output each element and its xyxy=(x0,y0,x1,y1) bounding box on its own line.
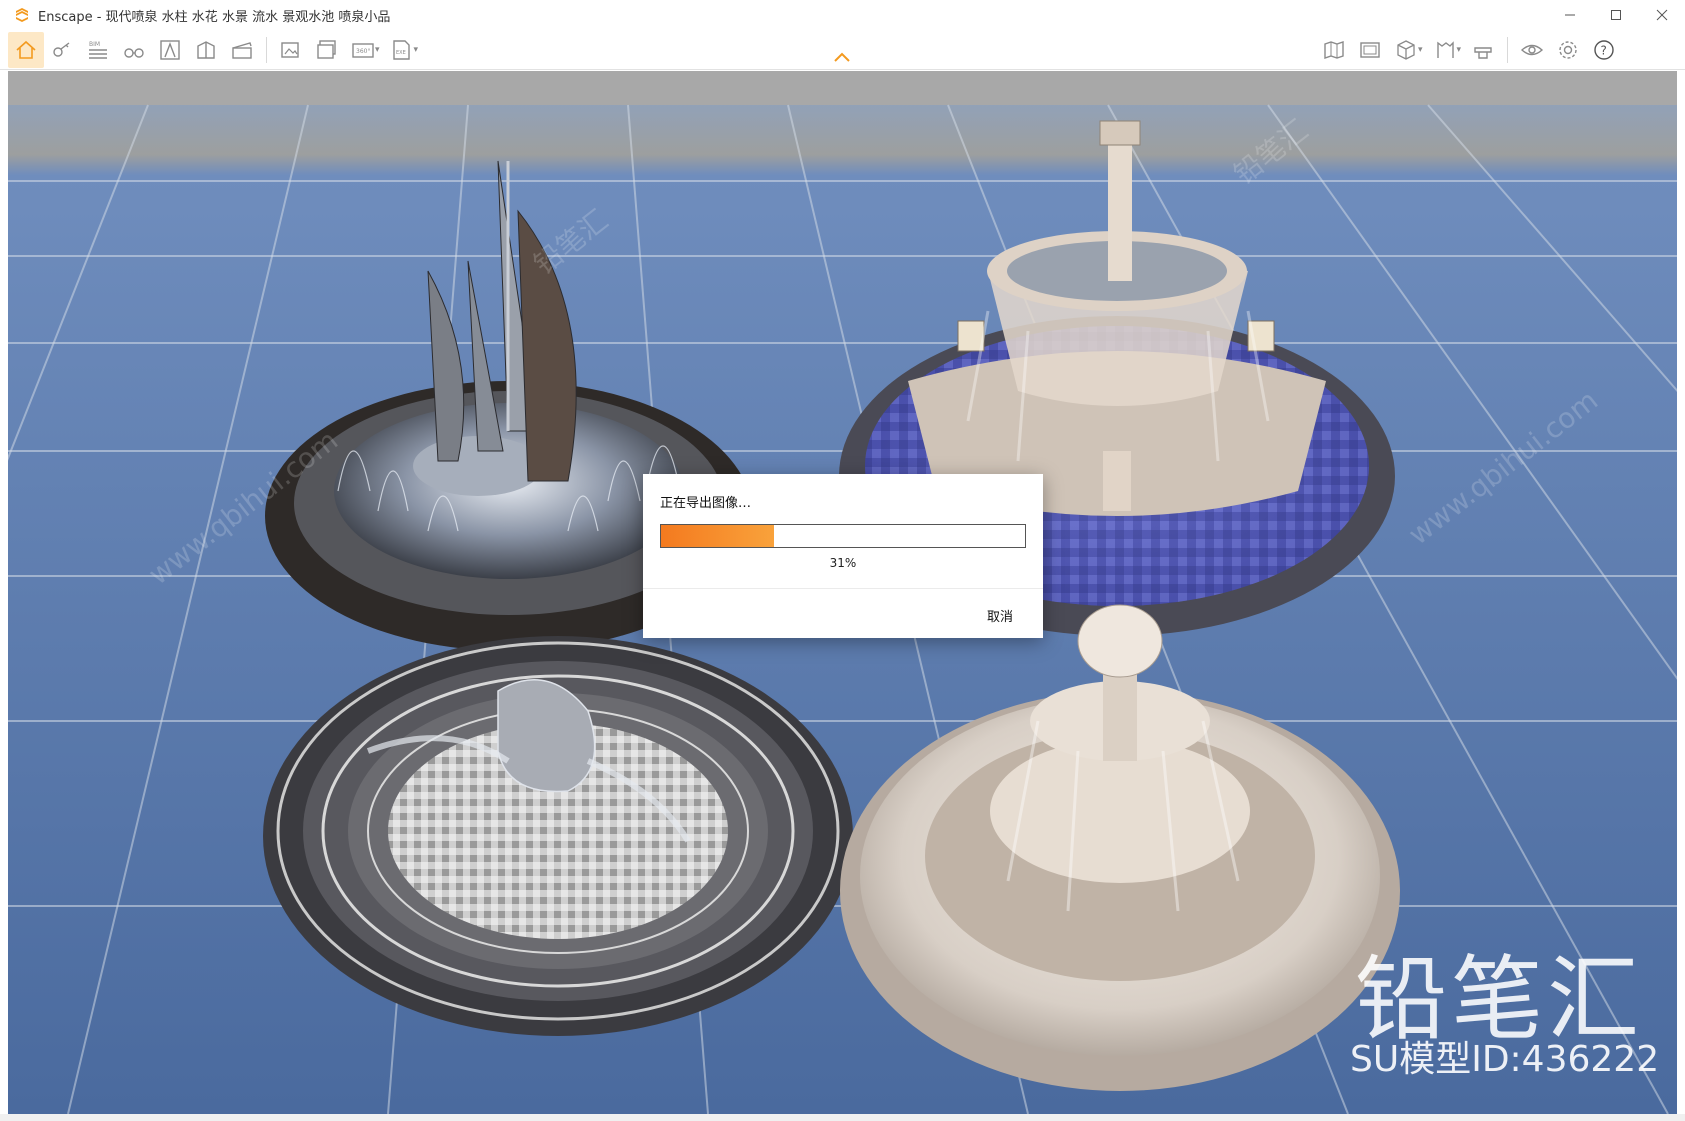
visual-settings-button[interactable] xyxy=(1514,32,1550,68)
batch-render-button[interactable] xyxy=(309,32,345,68)
map-icon xyxy=(1324,41,1344,59)
window-title: Enscape - 现代喷泉 水柱 水花 水景 流水 景观水池 喷泉小品 xyxy=(38,9,391,25)
export-button[interactable]: EXE xyxy=(384,32,420,68)
key-icon xyxy=(53,42,70,57)
home-icon xyxy=(16,40,36,59)
assets-icon xyxy=(197,41,215,59)
toolbar-right-group: ▾ ▾ ? xyxy=(1316,30,1622,70)
enscape-window: Enscape - 现代喷泉 水柱 水花 水景 流水 景观水池 喷泉小品 BIM xyxy=(0,0,1685,1121)
minimize-button[interactable] xyxy=(1547,0,1593,30)
view-icon xyxy=(160,40,180,60)
help-icon: ? xyxy=(1594,40,1614,60)
dialog-title: 正在导出图像… xyxy=(660,496,752,511)
progress-percent-label: 31% xyxy=(829,556,857,570)
link-button[interactable] xyxy=(44,32,80,68)
model-id-watermark: SU模型ID:436222 xyxy=(1350,1039,1660,1080)
object-button[interactable] xyxy=(1388,32,1424,68)
close-icon xyxy=(1656,9,1668,21)
cancel-button[interactable]: 取消 xyxy=(987,606,1013,625)
bookmarks-icon xyxy=(1436,41,1454,58)
asset-library-button[interactable] xyxy=(188,32,224,68)
maximize-button[interactable] xyxy=(1593,0,1639,30)
minimize-icon xyxy=(1565,14,1575,16)
gallery-icon xyxy=(1360,42,1380,58)
panorama-label: 360° xyxy=(356,48,370,55)
home-button[interactable] xyxy=(8,32,44,68)
export-label: EXE xyxy=(396,50,406,56)
dialog-divider xyxy=(643,588,1043,589)
toolbar-separator xyxy=(1507,37,1509,63)
enscape-logo-icon xyxy=(16,8,28,22)
walk-mode-button[interactable] xyxy=(116,32,152,68)
settings-button[interactable] xyxy=(1550,32,1586,68)
close-button[interactable] xyxy=(1639,0,1685,30)
upload-button[interactable] xyxy=(1465,32,1501,68)
status-strip xyxy=(0,1114,1685,1121)
map-button[interactable] xyxy=(1316,32,1352,68)
maximize-icon xyxy=(1611,10,1621,20)
cube-icon xyxy=(1397,40,1415,60)
collapse-toolbar-icon[interactable] xyxy=(832,50,852,64)
screenshot-button[interactable] xyxy=(273,32,309,68)
svg-text:?: ? xyxy=(1601,44,1607,58)
export-progress-dialog: 正在导出图像… 31% 取消 xyxy=(643,474,1043,638)
eye-icon xyxy=(1521,44,1544,56)
help-button[interactable]: ? xyxy=(1586,32,1622,68)
bim-button[interactable]: BIM xyxy=(80,32,116,68)
bim-label: BIM xyxy=(89,41,100,48)
panorama-360-icon: 360° xyxy=(352,43,374,58)
progress-bar-fill xyxy=(661,525,774,547)
screenshot-icon xyxy=(281,42,299,58)
video-editor-button[interactable] xyxy=(224,32,260,68)
window-controls xyxy=(1547,0,1685,30)
title-bar: Enscape - 现代喷泉 水柱 水花 水景 流水 景观水池 喷泉小品 xyxy=(0,0,1685,30)
export-icon: EXE xyxy=(392,40,410,60)
hat-icon xyxy=(1474,47,1492,59)
panorama-button[interactable]: 360° xyxy=(345,32,381,68)
batch-render-icon xyxy=(317,40,336,59)
bim-icon: BIM xyxy=(89,41,107,59)
progress-bar xyxy=(660,524,1026,548)
view-button[interactable] xyxy=(152,32,188,68)
toolbar-separator xyxy=(266,37,267,63)
checker-mosaic-fountain xyxy=(263,636,853,1036)
binoculars-icon xyxy=(124,48,144,58)
movie-clapper-icon xyxy=(232,42,252,59)
views-button[interactable] xyxy=(1427,32,1463,68)
gallery-button[interactable] xyxy=(1352,32,1388,68)
toolbar-left-group: BIM 360° ▾ EXE ▾ xyxy=(8,30,422,70)
settings-icon xyxy=(1559,41,1577,59)
